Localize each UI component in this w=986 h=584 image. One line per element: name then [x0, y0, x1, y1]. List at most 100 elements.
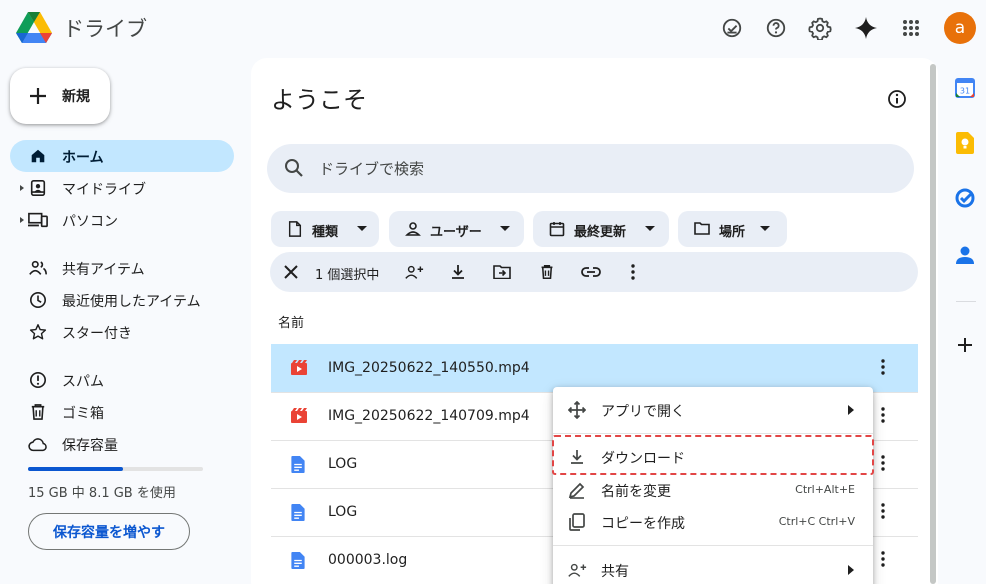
menu-item-open-with[interactable]: アプリで開く: [553, 394, 873, 426]
storage-usage-text: 15 GB 中 8.1 GB を使用: [28, 486, 176, 501]
calendar-app-icon[interactable]: 31: [953, 76, 977, 100]
more-vert-icon[interactable]: [881, 407, 885, 423]
copy-icon: [567, 512, 587, 532]
more-vert-icon[interactable]: [881, 551, 885, 567]
spam-icon: [28, 370, 48, 390]
filter-chip-label: 最終更新: [574, 225, 627, 240]
sidebar-item-label: ホーム: [62, 150, 104, 166]
column-header-name[interactable]: 名前: [278, 312, 304, 331]
more-vert-icon[interactable]: [881, 359, 885, 375]
new-button[interactable]: 新規: [10, 68, 110, 124]
search-bar[interactable]: [267, 144, 914, 193]
search-icon: [284, 158, 304, 178]
menu-item-label: ダウンロード: [601, 451, 685, 467]
menu-divider: [553, 545, 873, 546]
sidebar-item-storage[interactable]: 保存容量: [10, 428, 234, 460]
menu-divider: [553, 433, 873, 434]
account-avatar[interactable]: a: [944, 12, 976, 44]
move-icon[interactable]: [492, 262, 512, 282]
filter-type-chip[interactable]: 種類: [271, 211, 379, 247]
more-vert-icon[interactable]: [881, 455, 885, 471]
chevron-down-icon: [760, 226, 770, 232]
info-icon[interactable]: [887, 89, 909, 111]
recent-icon: [28, 290, 48, 310]
sidebar-item-label: スター付き: [62, 326, 132, 342]
sidebar-item-my-drive[interactable]: マイドライブ: [10, 172, 234, 204]
filter-people-chip[interactable]: ユーザー: [389, 211, 524, 247]
star-icon: [28, 322, 48, 342]
download-icon[interactable]: [448, 262, 468, 282]
scrollbar-thumb[interactable]: [930, 64, 936, 584]
file-name: 000003.log: [328, 552, 408, 568]
search-input[interactable]: [319, 144, 879, 193]
sidebar-item-label: 最近使用したアイテム: [62, 294, 201, 310]
document-file-icon: [291, 456, 305, 473]
cloud-icon: [28, 434, 48, 454]
file-name: IMG_20250622_140550.mp4: [328, 360, 530, 376]
share-icon: [567, 560, 587, 580]
video-file-icon: [291, 360, 307, 376]
offline-status-icon[interactable]: [718, 14, 746, 42]
tasks-app-icon[interactable]: [953, 186, 977, 210]
keep-app-icon[interactable]: [953, 131, 977, 155]
menu-item-label: コピーを作成: [601, 516, 685, 532]
help-icon[interactable]: [762, 14, 790, 42]
document-file-icon: [291, 552, 305, 569]
filter-location-chip[interactable]: 場所: [678, 211, 787, 247]
sidebar-item-computers[interactable]: パソコン: [10, 204, 234, 236]
sidebar-item-recent[interactable]: 最近使用したアイテム: [10, 284, 234, 316]
document-file-icon: [291, 504, 305, 521]
trash-icon[interactable]: [537, 262, 557, 282]
menu-item-rename[interactable]: 名前を変更 Ctrl+Alt+E: [553, 474, 873, 506]
plus-icon: [28, 86, 48, 106]
sidebar-item-label: パソコン: [62, 214, 118, 230]
rail-divider: [956, 301, 976, 302]
sidebar-item-label: ゴミ箱: [62, 406, 104, 422]
file-icon: [287, 221, 303, 237]
apps-grid-icon[interactable]: [897, 14, 925, 42]
gemini-icon[interactable]: [852, 14, 880, 42]
file-name: LOG: [328, 456, 358, 472]
link-icon[interactable]: [581, 262, 601, 282]
sidebar-item-starred[interactable]: スター付き: [10, 316, 234, 348]
filter-chip-label: ユーザー: [430, 225, 482, 240]
expand-arrow-icon[interactable]: [18, 216, 26, 224]
svg-text:31: 31: [960, 87, 970, 96]
chevron-down-icon: [500, 226, 510, 232]
sidebar-item-label: 共有アイテム: [62, 262, 145, 278]
filter-modified-chip[interactable]: 最終更新: [533, 211, 669, 247]
sidebar-item-trash[interactable]: ゴミ箱: [10, 396, 234, 428]
file-context-menu: アプリで開く ダウンロード 名前を変更 Ctrl+Alt+E コピーを作成 Ct…: [553, 387, 873, 584]
settings-icon[interactable]: [806, 14, 834, 42]
submenu-arrow-icon: [848, 565, 854, 575]
file-name: LOG: [328, 504, 358, 520]
sidebar-item-label: スパム: [62, 374, 104, 390]
more-vert-icon[interactable]: [623, 262, 643, 282]
menu-item-shortcut: Ctrl+Alt+E: [795, 483, 855, 496]
menu-item-label: 共有: [601, 564, 629, 580]
sidebar-item-shared[interactable]: 共有アイテム: [10, 252, 234, 284]
contacts-app-icon[interactable]: [953, 243, 977, 267]
menu-item-make-copy[interactable]: コピーを作成 Ctrl+C Ctrl+V: [553, 506, 873, 538]
sidebar-item-home[interactable]: ホーム: [10, 140, 234, 172]
app-title: ドライブ: [63, 17, 147, 41]
clear-selection-icon[interactable]: [281, 262, 301, 282]
share-person-add-icon[interactable]: [404, 262, 424, 282]
menu-item-download[interactable]: ダウンロード: [553, 441, 873, 473]
add-addon-icon[interactable]: [953, 333, 977, 357]
expand-arrow-icon[interactable]: [18, 184, 26, 192]
sidebar-item-spam[interactable]: スパム: [10, 364, 234, 396]
selection-action-bar: 1 個選択中: [270, 252, 918, 292]
download-icon: [567, 447, 587, 467]
drive-logo-icon[interactable]: [16, 10, 52, 44]
more-vert-icon[interactable]: [881, 503, 885, 519]
rename-icon: [567, 480, 587, 500]
chevron-down-icon: [357, 226, 367, 232]
get-more-storage-button[interactable]: 保存容量を増やす: [28, 513, 190, 550]
file-row[interactable]: IMG_20250622_140550.mp4: [271, 344, 918, 392]
sidebar-item-label: マイドライブ: [62, 182, 146, 198]
new-button-label: 新規: [62, 89, 90, 105]
trash-icon: [28, 402, 48, 422]
menu-item-share[interactable]: 共有: [553, 554, 873, 584]
chevron-down-icon: [645, 226, 655, 232]
